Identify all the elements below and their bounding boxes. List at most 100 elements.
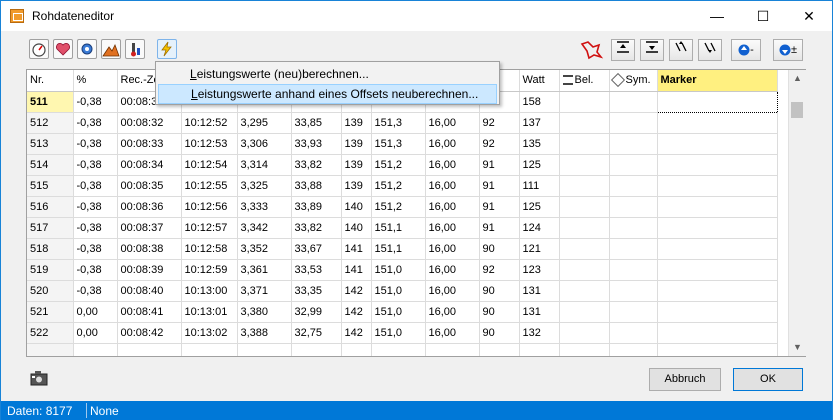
table-cell[interactable] — [117, 343, 182, 356]
table-row[interactable]: 518 -0,38 00:08:38 10:12:58 3,352 33,67 141 151… — [27, 238, 778, 260]
table-cell[interactable]: 91 — [479, 217, 520, 239]
table-cell[interactable]: 92 — [479, 133, 520, 155]
table-cell[interactable] — [657, 259, 778, 281]
table-cell[interactable]: 16,00 — [425, 301, 480, 323]
scroll-thumb[interactable] — [791, 102, 803, 118]
table-cell[interactable]: 10:13:02 — [181, 322, 238, 344]
table-cell[interactable]: 91 — [479, 196, 520, 218]
table-cell[interactable] — [657, 343, 778, 356]
table-cell[interactable]: 33,35 — [291, 280, 342, 302]
row-number-cell[interactable]: 521 — [27, 301, 74, 323]
table-cell[interactable]: 92 — [479, 112, 520, 134]
table-cell[interactable]: 16,00 — [425, 322, 480, 344]
table-cell[interactable] — [559, 343, 610, 356]
table-cell[interactable]: 16,00 — [425, 280, 480, 302]
table-cell[interactable] — [657, 133, 778, 155]
table-cell[interactable]: 151,0 — [371, 280, 426, 302]
table-cell[interactable]: 00:08:32 — [117, 112, 182, 134]
table-cell[interactable]: 16,00 — [425, 259, 480, 281]
table-row[interactable]: 522 0,00 00:08:42 10:13:02 3,388 32,75 142 151,… — [27, 322, 778, 344]
table-cell[interactable] — [657, 301, 778, 323]
column-header[interactable]: Sym. — [609, 70, 658, 92]
table-row[interactable]: 521 0,00 00:08:41 10:13:01 3,380 32,99 142 151,… — [27, 301, 778, 323]
table-cell[interactable]: 139 — [341, 112, 372, 134]
table-cell[interactable]: 3,295 — [237, 112, 292, 134]
table-cell[interactable] — [657, 217, 778, 239]
ok-button[interactable]: OK — [733, 368, 803, 391]
table-cell[interactable] — [559, 112, 610, 134]
table-cell[interactable]: 00:08:41 — [117, 301, 182, 323]
table-cell[interactable] — [657, 322, 778, 344]
table-cell[interactable]: 3,371 — [237, 280, 292, 302]
row-number-cell[interactable] — [27, 343, 74, 356]
table-cell[interactable]: 3,306 — [237, 133, 292, 155]
table-cell[interactable]: 151,1 — [371, 238, 426, 260]
menu-item-recalculate-power[interactable]: Leistungswerte (neu)berechnen... — [158, 64, 497, 84]
table-cell[interactable]: 151,2 — [371, 196, 426, 218]
table-cell[interactable]: 90 — [479, 322, 520, 344]
column-header[interactable]: Watt — [519, 70, 560, 92]
table-cell[interactable] — [559, 217, 610, 239]
table-cell[interactable]: -0,38 — [73, 154, 118, 176]
table-cell[interactable]: 125 — [519, 154, 560, 176]
table-cell[interactable]: 90 — [479, 280, 520, 302]
table-cell[interactable] — [559, 196, 610, 218]
align-bottom-button[interactable] — [640, 39, 664, 61]
minimize-button[interactable]: — — [694, 1, 740, 31]
table-cell[interactable] — [609, 322, 658, 344]
close-button[interactable]: ✕ — [786, 1, 832, 31]
table-cell[interactable]: 151,2 — [371, 175, 426, 197]
table-row[interactable]: 515 -0,38 00:08:35 10:12:55 3,325 33,88 139 151… — [27, 175, 778, 197]
table-cell[interactable]: 16,00 — [425, 196, 480, 218]
table-cell[interactable]: 139 — [341, 154, 372, 176]
table-cell[interactable] — [609, 238, 658, 260]
table-cell[interactable] — [559, 280, 610, 302]
row-number-cell[interactable]: 518 — [27, 238, 74, 260]
row-number-cell[interactable]: 517 — [27, 217, 74, 239]
title-bar[interactable]: Rohdateneditor — ☐ ✕ — [1, 1, 832, 31]
row-number-cell[interactable]: 512 — [27, 112, 74, 134]
table-cell[interactable]: 33,88 — [291, 175, 342, 197]
table-cell[interactable]: 111 — [519, 175, 560, 197]
table-cell[interactable]: 16,00 — [425, 175, 480, 197]
table-cell[interactable]: 131 — [519, 301, 560, 323]
table-cell[interactable]: 00:08:36 — [117, 196, 182, 218]
table-cell[interactable]: -0,38 — [73, 280, 118, 302]
table-cell[interactable]: 90 — [479, 301, 520, 323]
shift-up-button[interactable]: - — [731, 39, 761, 61]
table-cell[interactable] — [657, 280, 778, 302]
table-cell[interactable]: -0,38 — [73, 133, 118, 155]
table-cell[interactable]: 151,1 — [371, 217, 426, 239]
table-cell[interactable]: 3,333 — [237, 196, 292, 218]
table-cell[interactable]: 151,0 — [371, 259, 426, 281]
table-cell[interactable]: 3,388 — [237, 322, 292, 344]
table-cell[interactable]: 151,0 — [371, 322, 426, 344]
column-header[interactable]: Marker — [657, 70, 778, 92]
table-cell[interactable]: -0,38 — [73, 175, 118, 197]
table-cell[interactable] — [609, 301, 658, 323]
table-cell[interactable] — [559, 238, 610, 260]
table-row[interactable]: 513 -0,38 00:08:33 10:12:53 3,306 33,93 139 151… — [27, 133, 778, 155]
table-cell[interactable]: 151,2 — [371, 154, 426, 176]
table-cell[interactable]: 3,342 — [237, 217, 292, 239]
table-cell[interactable] — [559, 91, 610, 113]
table-cell[interactable]: 151,3 — [371, 112, 426, 134]
table-cell[interactable] — [559, 133, 610, 155]
table-cell[interactable]: 10:12:54 — [181, 154, 238, 176]
table-cell[interactable]: 10:12:52 — [181, 112, 238, 134]
table-row[interactable]: 519 -0,38 00:08:39 10:12:59 3,361 33,53 141 151… — [27, 259, 778, 281]
table-cell[interactable] — [609, 91, 658, 113]
table-cell[interactable]: 00:08:35 — [117, 175, 182, 197]
maximize-button[interactable]: ☐ — [740, 1, 786, 31]
table-cell[interactable]: 151,3 — [371, 133, 426, 155]
table-cell[interactable]: 132 — [519, 322, 560, 344]
table-cell[interactable]: 00:08:40 — [117, 280, 182, 302]
raw-data-grid[interactable]: Nr.%Rec.-ZeDWattBel.Sym.Marker 511-0,380… — [26, 69, 806, 357]
table-cell[interactable] — [609, 343, 658, 356]
flag-up-button[interactable] — [669, 39, 693, 61]
table-cell[interactable]: 00:08:34 — [117, 154, 182, 176]
table-cell[interactable]: -0,38 — [73, 238, 118, 260]
table-cell[interactable] — [237, 343, 292, 356]
table-cell[interactable]: 33,82 — [291, 154, 342, 176]
table-cell[interactable]: 142 — [341, 322, 372, 344]
